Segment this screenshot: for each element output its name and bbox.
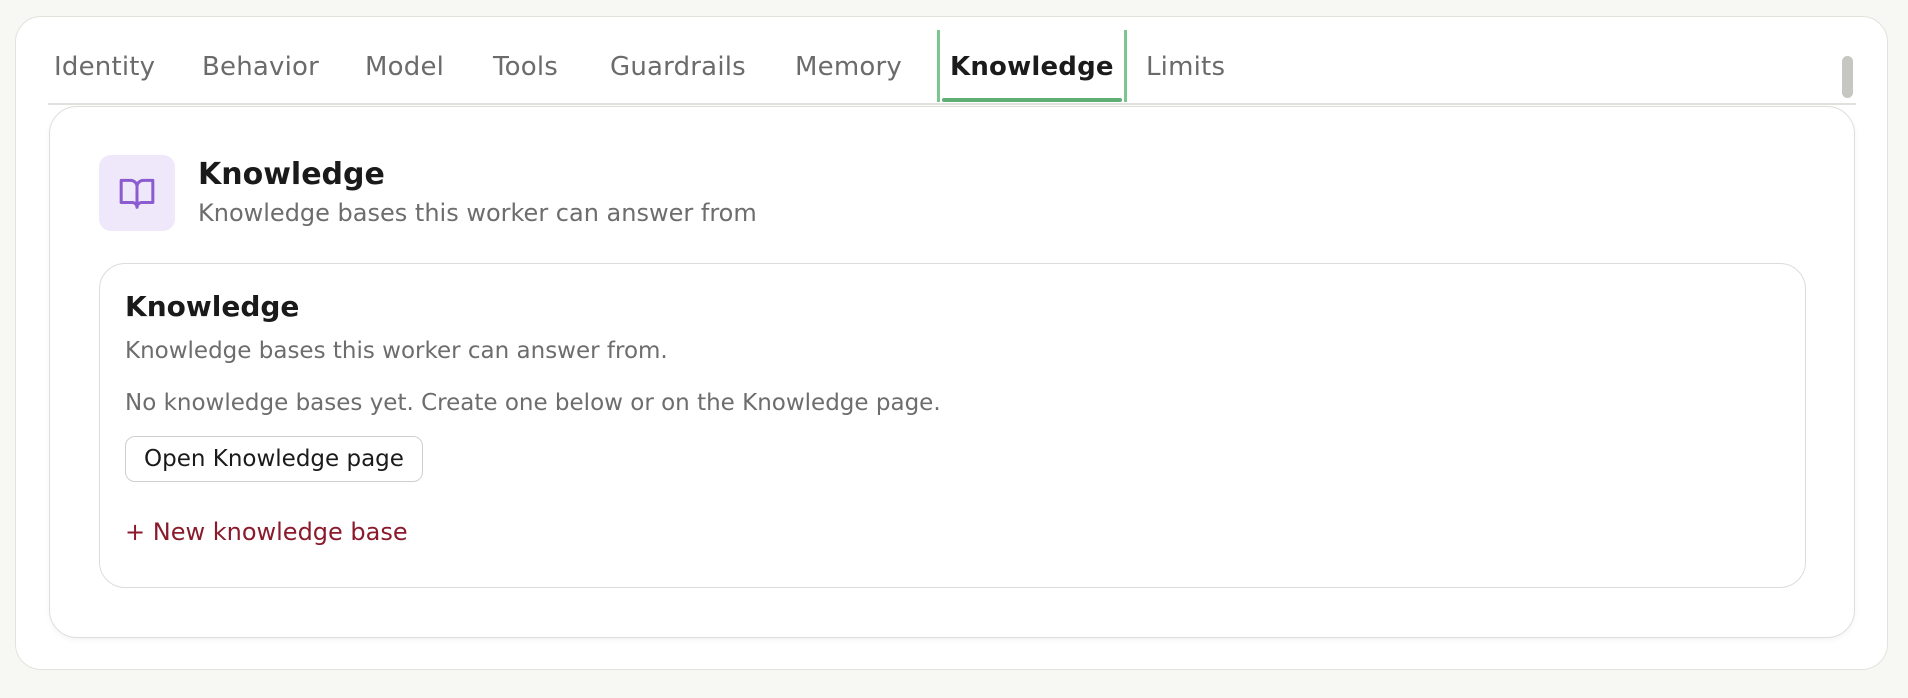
section-icon-badge bbox=[99, 155, 175, 231]
tab-tools[interactable]: Tools bbox=[493, 52, 558, 82]
section-title: Knowledge bbox=[198, 157, 385, 192]
tab-bar: Identity Behavior Model Tools Guardrails… bbox=[34, 30, 1854, 104]
tab-divider bbox=[48, 103, 1856, 105]
active-tab-indicator bbox=[942, 98, 1122, 102]
open-knowledge-page-button[interactable]: Open Knowledge page bbox=[125, 436, 423, 482]
section-subtitle: Knowledge bases this worker can answer f… bbox=[198, 199, 757, 227]
tab-knowledge[interactable]: Knowledge bbox=[937, 30, 1127, 102]
tab-guardrails[interactable]: Guardrails bbox=[610, 52, 746, 82]
tab-behavior[interactable]: Behavior bbox=[202, 52, 319, 82]
book-open-icon bbox=[119, 178, 155, 209]
new-knowledge-base-link[interactable]: + New knowledge base bbox=[125, 518, 408, 546]
knowledge-card: Knowledge Knowledge bases this worker ca… bbox=[99, 263, 1806, 588]
tab-limits[interactable]: Limits bbox=[1146, 52, 1225, 82]
tab-identity[interactable]: Identity bbox=[54, 52, 155, 82]
card-title: Knowledge bbox=[125, 290, 300, 323]
knowledge-panel: Knowledge Knowledge bases this worker ca… bbox=[49, 106, 1855, 638]
card-description: Knowledge bases this worker can answer f… bbox=[125, 338, 668, 364]
tab-memory[interactable]: Memory bbox=[795, 52, 902, 82]
tab-model[interactable]: Model bbox=[365, 52, 444, 82]
tab-knowledge-label: Knowledge bbox=[950, 52, 1114, 82]
scrollbar-thumb[interactable] bbox=[1842, 56, 1853, 98]
empty-state-message: No knowledge bases yet. Create one below… bbox=[125, 390, 941, 416]
